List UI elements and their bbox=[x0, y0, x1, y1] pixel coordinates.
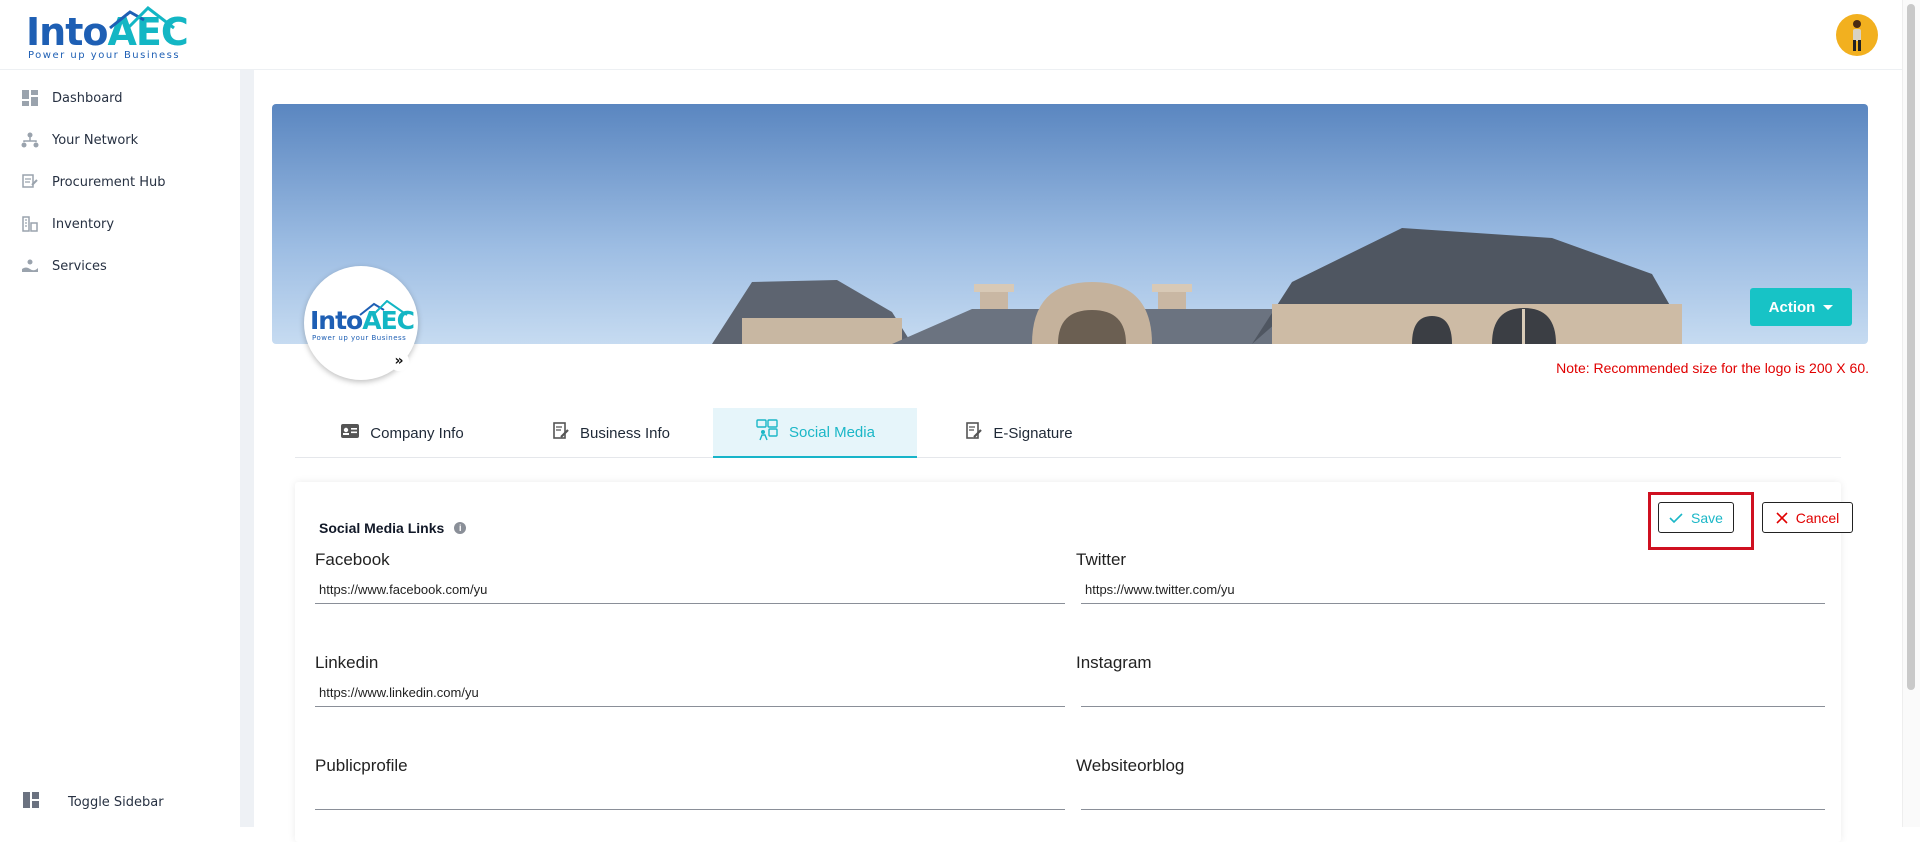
tab-label: Business Info bbox=[579, 424, 671, 442]
facebook-label: Facebook bbox=[315, 550, 390, 569]
instagram-input[interactable] bbox=[1081, 679, 1825, 707]
cancel-label: Cancel bbox=[1795, 509, 1840, 526]
user-avatar[interactable] bbox=[1836, 14, 1878, 56]
cover-banner-image[interactable] bbox=[272, 104, 1868, 344]
sidebar-item-procurement-hub[interactable]: Procurement Hub bbox=[0, 162, 240, 202]
profile-tabs: Company Info Business Info Social Media … bbox=[295, 408, 1841, 458]
tab-label: Social Media bbox=[789, 423, 875, 441]
signature-icon bbox=[965, 422, 983, 444]
logo-size-note: Note: Recommended size for the logo is 2… bbox=[1556, 360, 1869, 376]
save-label: Save bbox=[1691, 509, 1723, 526]
main-content: Action IntoAEC Power up your Business » … bbox=[254, 70, 1902, 842]
toggle-sidebar-label: Toggle Sidebar bbox=[68, 794, 164, 810]
toggle-sidebar-button[interactable]: Toggle Sidebar bbox=[0, 784, 240, 820]
id-card-icon bbox=[340, 423, 360, 443]
social-media-icon bbox=[755, 419, 779, 445]
inventory-icon bbox=[20, 214, 40, 234]
sidebar-item-inventory[interactable]: Inventory bbox=[0, 204, 240, 244]
facebook-input[interactable] bbox=[315, 576, 1065, 604]
close-icon bbox=[1776, 511, 1788, 524]
linkedin-input[interactable] bbox=[315, 679, 1065, 707]
sidebar-layout-icon bbox=[22, 791, 40, 813]
expand-chevrons-icon[interactable]: » bbox=[389, 351, 409, 371]
twitter-label: Twitter bbox=[1076, 550, 1127, 569]
action-label: Action bbox=[1768, 298, 1816, 316]
brand-logo[interactable]: IntoAEC Power up your Business bbox=[26, 6, 189, 64]
check-icon bbox=[1669, 512, 1683, 523]
brand-name-part1: Into bbox=[26, 10, 108, 54]
services-icon bbox=[20, 256, 40, 276]
cancel-button[interactable]: Cancel bbox=[1762, 502, 1853, 533]
sidebar-item-services[interactable]: Services bbox=[0, 246, 240, 286]
instagram-label: Instagram bbox=[1076, 653, 1152, 672]
save-button[interactable]: Save bbox=[1658, 502, 1734, 533]
sidebar-item-your-network[interactable]: Your Network bbox=[0, 120, 240, 160]
sidebar-item-label: Inventory bbox=[52, 216, 115, 232]
linkedin-label: Linkedin bbox=[315, 653, 379, 672]
user-avatar-icon bbox=[1853, 20, 1861, 51]
social-media-card: Social Media Links i Save Cancel Faceboo… bbox=[295, 482, 1853, 842]
network-icon bbox=[20, 130, 40, 150]
tab-e-signature[interactable]: E-Signature bbox=[917, 408, 1121, 458]
sidebar-gutter bbox=[240, 70, 254, 827]
websiteorblog-label: Websiteorblog bbox=[1076, 756, 1185, 775]
action-dropdown-button[interactable]: Action bbox=[1750, 288, 1852, 326]
section-title-text: Social Media Links bbox=[319, 520, 445, 536]
sidebar: Dashboard Your Network Procurement Hub I… bbox=[0, 70, 240, 827]
roof-mark-icon bbox=[109, 6, 175, 30]
websiteorblog-input[interactable] bbox=[1081, 782, 1825, 810]
roof-mark-icon bbox=[359, 300, 408, 316]
caret-down-icon bbox=[1823, 304, 1834, 310]
tab-business-info[interactable]: Business Info bbox=[509, 408, 713, 458]
brand-tagline: Power up your Business bbox=[28, 50, 181, 61]
info-icon[interactable]: i bbox=[454, 522, 467, 534]
section-title: Social Media Links i bbox=[319, 520, 467, 536]
sidebar-item-label: Dashboard bbox=[52, 90, 123, 106]
brand-tagline: Power up your Business bbox=[312, 334, 407, 342]
edit-document-icon bbox=[552, 422, 570, 444]
publicprofile-input[interactable] bbox=[315, 782, 1065, 810]
sidebar-item-label: Your Network bbox=[52, 132, 139, 148]
tab-company-info[interactable]: Company Info bbox=[295, 408, 509, 458]
twitter-input[interactable] bbox=[1081, 576, 1825, 604]
sidebar-item-label: Services bbox=[52, 258, 107, 274]
brand-name-part1: Into bbox=[310, 306, 363, 335]
tab-social-media[interactable]: Social Media bbox=[713, 408, 917, 458]
dashboard-icon bbox=[20, 88, 40, 108]
sidebar-item-dashboard[interactable]: Dashboard bbox=[0, 78, 240, 118]
tab-label: E-Signature bbox=[993, 424, 1073, 442]
publicprofile-label: Publicprofile bbox=[315, 756, 408, 775]
sidebar-item-label: Procurement Hub bbox=[52, 174, 166, 190]
page-scrollbar-thumb[interactable] bbox=[1907, 4, 1915, 690]
tab-label: Company Info bbox=[370, 424, 464, 442]
top-bar: IntoAEC Power up your Business bbox=[0, 0, 1902, 70]
procurement-icon bbox=[20, 172, 40, 192]
